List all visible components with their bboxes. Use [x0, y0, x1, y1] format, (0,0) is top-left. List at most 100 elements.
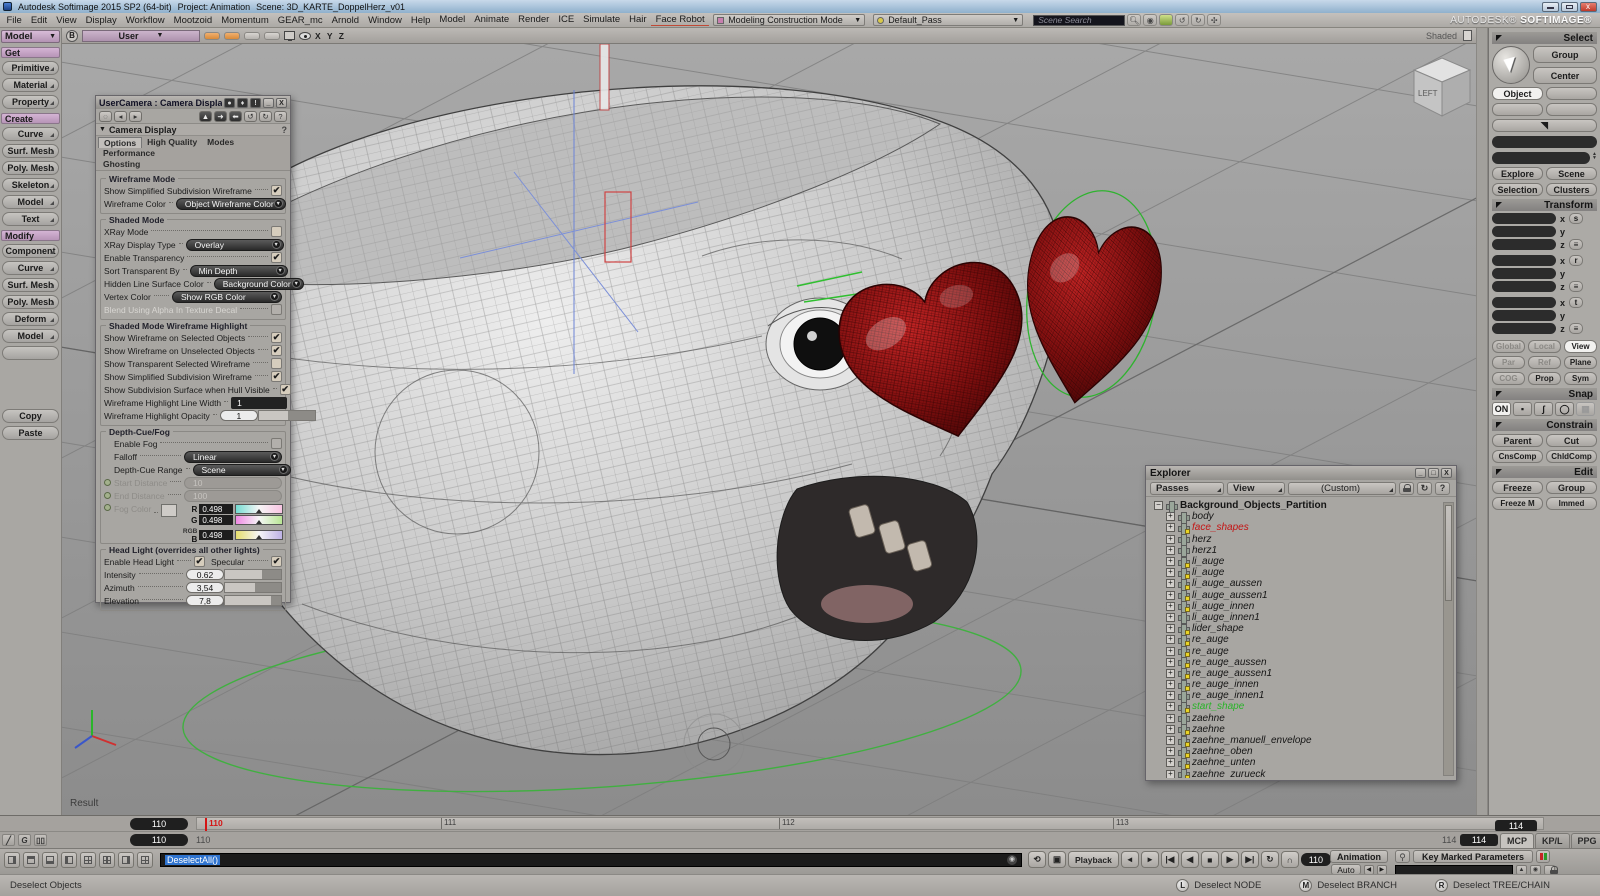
object-filter-button[interactable]: Object	[1492, 87, 1543, 100]
menu-item[interactable]: Window	[364, 15, 407, 26]
scale-z-field[interactable]	[1492, 239, 1556, 250]
selection-text-field[interactable]	[1492, 136, 1597, 148]
line-width-input[interactable]: 1	[231, 397, 287, 409]
prev-key-icon[interactable]: ◀	[1364, 865, 1374, 875]
snap-surface-icon[interactable]: ◯	[1555, 402, 1574, 416]
tree-item-row[interactable]: + zaehne_oben	[1166, 746, 1442, 757]
snapshot-icon[interactable]: G	[18, 834, 31, 846]
module-menu-item[interactable]: Simulate	[579, 14, 625, 26]
explorer-close-button[interactable]: X	[1441, 468, 1452, 478]
flipbook-icon[interactable]: ▣	[1048, 851, 1066, 868]
playhead[interactable]: 110	[205, 818, 223, 831]
tree-item-row[interactable]: + herz	[1166, 534, 1442, 545]
expand-icon[interactable]: +	[1166, 523, 1175, 532]
copy-button[interactable]: Copy	[2, 409, 59, 423]
expand-icon[interactable]: +	[1166, 736, 1175, 745]
layout-preset-button[interactable]	[23, 852, 39, 868]
ppg-help-icon[interactable]: ?	[274, 111, 287, 122]
toolbar-button[interactable]: Property	[2, 95, 59, 109]
immed-button[interactable]: Immed	[1546, 497, 1597, 510]
ppg-refresh-icon[interactable]: ↺	[244, 111, 257, 122]
snap-grid-icon[interactable]: ▦	[1576, 402, 1595, 416]
toolbar-button[interactable]: Model	[2, 195, 59, 209]
toolbar-button[interactable]: Material	[2, 78, 59, 92]
expand-icon[interactable]: +	[1166, 512, 1175, 521]
close-button[interactable]: x	[1580, 2, 1597, 12]
cnscomp-button[interactable]: CnsComp	[1492, 450, 1543, 463]
paste-button[interactable]: Paste	[2, 426, 59, 440]
anim-divot-icon[interactable]	[104, 479, 111, 486]
view-menu[interactable]: View	[1227, 482, 1285, 495]
tree-item-row[interactable]: + re_auge	[1166, 634, 1442, 645]
frame-value-field[interactable]: 110	[130, 834, 188, 846]
rotate-tool-button[interactable]: r	[1569, 255, 1583, 266]
tree-item-row[interactable]: + re_auge_aussen	[1166, 657, 1442, 668]
passes-menu[interactable]: Passes	[1150, 482, 1224, 495]
prop-button[interactable]: Prop	[1528, 372, 1561, 385]
memo-cam-slot1[interactable]	[204, 32, 220, 40]
tree-item-row[interactable]: + face_shapes	[1166, 522, 1442, 533]
rotate-x-field[interactable]	[1492, 255, 1556, 266]
expand-icon[interactable]: +	[1166, 602, 1175, 611]
selection-button[interactable]: Selection	[1492, 183, 1543, 196]
tab-mcp[interactable]: MCP	[1500, 833, 1534, 848]
par-mode-button[interactable]: Par	[1492, 356, 1525, 369]
selection-filter-combo[interactable]: ◥	[1492, 119, 1597, 132]
checkbox-enable-transparency[interactable]	[271, 252, 282, 263]
module-menu-item[interactable]: ICE	[554, 14, 579, 26]
expand-icon[interactable]: +	[1166, 557, 1175, 566]
toolbar-button[interactable]: Surf. Mesh	[2, 278, 59, 292]
expand-icon[interactable]: +	[1166, 635, 1175, 644]
opacity-slider[interactable]	[258, 410, 316, 421]
tree-item-row[interactable]: + li_auge	[1166, 556, 1442, 567]
explorer-minimize-button[interactable]: _	[1415, 468, 1426, 478]
checkbox-wireframe-option[interactable]	[271, 358, 282, 369]
tree-item-row[interactable]: + li_auge_aussen1	[1166, 590, 1442, 601]
explorer-scrollbar[interactable]	[1443, 502, 1454, 776]
blank-filter-button[interactable]	[1546, 87, 1597, 100]
ref-mode-button[interactable]: Ref	[1528, 356, 1561, 369]
ppg-lock-icon[interactable]: ◌	[99, 111, 112, 122]
elevation-input[interactable]: 7,8	[186, 595, 224, 606]
fog-g-slider[interactable]	[235, 515, 283, 525]
checkbox-xray-mode[interactable]	[271, 226, 282, 237]
render-pass-dropdown[interactable]: Default_Pass▼	[873, 14, 1023, 26]
memo-cam-slot4[interactable]	[264, 32, 280, 40]
checkbox-wireframe-option[interactable]	[271, 345, 282, 356]
tree-item-row[interactable]: + lider_shape	[1166, 623, 1442, 634]
intensity-input[interactable]: 0.62	[186, 569, 224, 580]
ppg-sticky-icon[interactable]: ●	[224, 98, 235, 108]
fog-r-slider[interactable]	[235, 504, 283, 514]
fog-color-swatch[interactable]	[161, 504, 177, 517]
ppg-edit-icon[interactable]: ↻	[259, 111, 272, 122]
blank-filter-button[interactable]	[1546, 103, 1597, 116]
select-header[interactable]: Select	[1492, 32, 1597, 44]
ppg-info-icon[interactable]: !	[250, 98, 261, 108]
depth-cue-range-dropdown[interactable]: Scene▼	[193, 464, 291, 476]
timeline-ruler[interactable]: 110 111 112 113 114	[196, 817, 1544, 830]
tab-performance[interactable]: Performance	[98, 148, 160, 159]
transform-header[interactable]: Transform	[1492, 199, 1597, 211]
spinner-icon[interactable]: ▲▼	[1592, 152, 1597, 160]
scale-x-field[interactable]	[1492, 213, 1556, 224]
tree-item-row[interactable]: + herz1	[1166, 545, 1442, 556]
scene-button[interactable]: Scene	[1546, 167, 1597, 180]
clusters-button[interactable]: Clusters	[1546, 183, 1597, 196]
toolbar-button[interactable]: Primitive	[2, 61, 59, 75]
layout-preset-button[interactable]	[118, 852, 134, 868]
explorer-maximize-button[interactable]: □	[1428, 468, 1439, 478]
rotate-options-icon[interactable]: ≡	[1569, 281, 1583, 292]
script-options-icon[interactable]: ◉	[1007, 855, 1017, 865]
opacity-input[interactable]: 1	[220, 410, 258, 421]
shield-icon[interactable]	[1159, 14, 1173, 26]
memo-cam-button[interactable]: B	[66, 30, 78, 42]
end-frame-value-field[interactable]: 114	[1460, 834, 1498, 846]
tab-kpl[interactable]: KP/L	[1535, 833, 1570, 848]
wireframe-color-dropdown[interactable]: Object Wireframe Color▼	[176, 198, 286, 210]
audio-button[interactable]: ∩	[1281, 851, 1299, 868]
menu-item[interactable]: Arnold	[327, 15, 363, 26]
tree-root-row[interactable]: − Background_Objects_Partition	[1154, 500, 1442, 511]
frame-forward-button[interactable]: ▸	[1141, 851, 1159, 868]
menu-item[interactable]: Momentum	[217, 15, 274, 26]
custom-filter-menu[interactable]: (Custom)	[1288, 482, 1396, 495]
